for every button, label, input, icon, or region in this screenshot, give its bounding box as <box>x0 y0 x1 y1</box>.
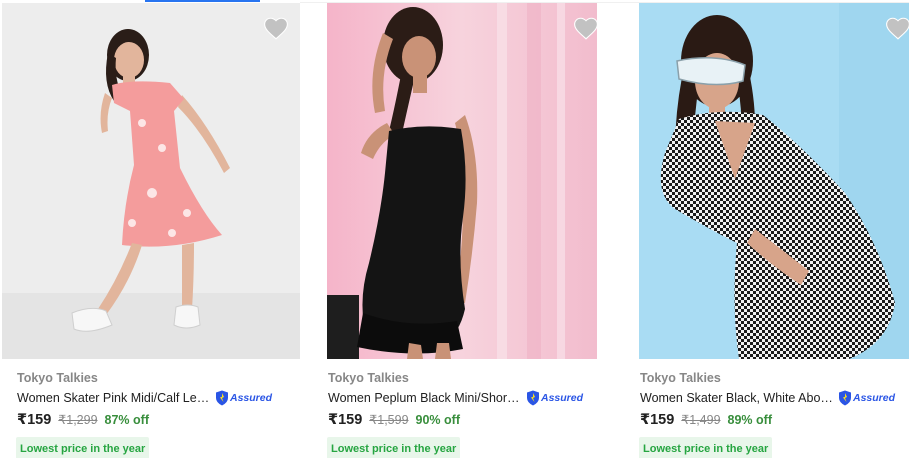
assured-shield-icon <box>216 390 228 406</box>
product-title[interactable]: Women Skater Black, White Above Knee Dre… <box>640 391 834 405</box>
original-price: ₹1,299 <box>58 413 98 427</box>
product-title-row[interactable]: Women Peplum Black Mini/Short Dress Assu… <box>328 389 583 407</box>
lowest-price-badge: Lowest price in the year <box>327 437 461 458</box>
lowest-price-badge: Lowest price in the year <box>639 437 773 458</box>
product-image[interactable] <box>327 3 597 359</box>
assured-shield-icon <box>839 390 851 406</box>
product-brand: Tokyo Talkies <box>640 371 721 385</box>
assured-badge: Assured <box>838 390 895 406</box>
discount-percent: 90% off <box>415 413 460 427</box>
discount-percent: 89% off <box>727 413 772 427</box>
wishlist-heart-icon[interactable] <box>885 16 909 40</box>
assured-badge: Assured <box>526 390 583 406</box>
price-row: ₹159 ₹1,299 87% off <box>17 412 149 430</box>
price-row: ₹159 ₹1,599 90% off <box>328 412 460 430</box>
product-title-row[interactable]: Women Skater Pink Midi/Calf Length Dress… <box>17 389 272 407</box>
assured-label: Assured <box>230 392 273 404</box>
selling-price: ₹159 <box>17 412 52 428</box>
wishlist-heart-icon[interactable] <box>573 16 599 40</box>
product-title[interactable]: Women Skater Pink Midi/Calf Length Dress <box>17 391 211 405</box>
product-title[interactable]: Women Peplum Black Mini/Short Dress <box>328 391 522 405</box>
product-card[interactable]: Tokyo Talkies Women Skater Black, White … <box>639 3 909 458</box>
product-card[interactable]: Tokyo Talkies Women Skater Pink Midi/Cal… <box>2 3 300 458</box>
selling-price: ₹159 <box>328 412 363 428</box>
wishlist-heart-icon[interactable] <box>263 16 289 40</box>
product-card[interactable]: Tokyo Talkies Women Peplum Black Mini/Sh… <box>327 3 599 458</box>
assured-shield-icon <box>527 390 539 406</box>
price-row: ₹159 ₹1,499 89% off <box>640 412 772 430</box>
product-brand: Tokyo Talkies <box>328 371 409 385</box>
lowest-price-badge: Lowest price in the year <box>16 437 150 458</box>
discount-percent: 87% off <box>104 413 149 427</box>
product-brand: Tokyo Talkies <box>17 371 98 385</box>
original-price: ₹1,499 <box>681 413 721 427</box>
lowest-price-badge-text: Lowest price in the year <box>643 442 769 455</box>
lowest-price-badge-text: Lowest price in the year <box>331 442 457 455</box>
active-tab-indicator <box>145 0 260 2</box>
selling-price: ₹159 <box>640 412 675 428</box>
assured-label: Assured <box>541 392 584 404</box>
assured-badge: Assured <box>215 390 272 406</box>
lowest-price-badge-text: Lowest price in the year <box>20 442 146 455</box>
original-price: ₹1,599 <box>369 413 409 427</box>
product-image[interactable] <box>2 3 300 359</box>
product-image[interactable] <box>639 3 909 359</box>
assured-label: Assured <box>853 392 896 404</box>
product-title-row[interactable]: Women Skater Black, White Above Knee Dre… <box>640 389 895 407</box>
